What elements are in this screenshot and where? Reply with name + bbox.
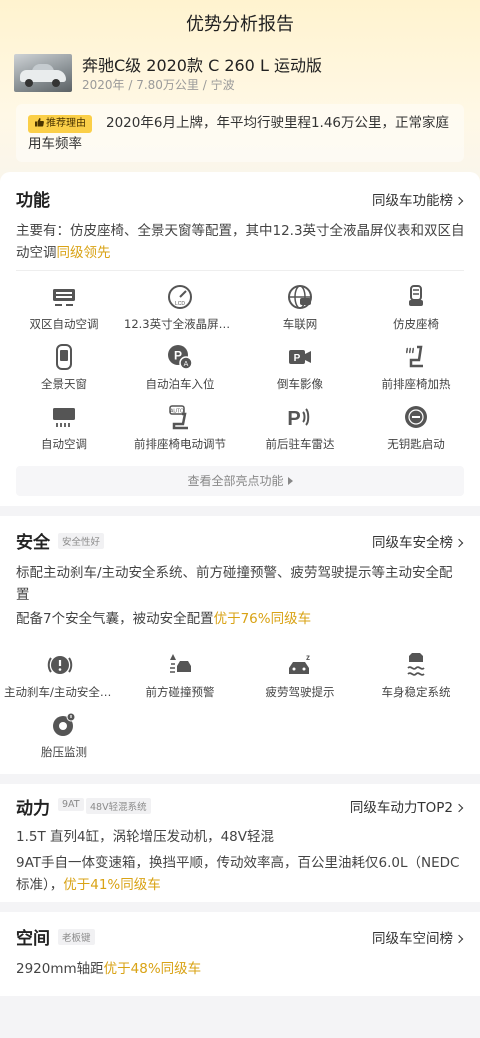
function-card: 功能 同级车功能榜 主要有：仿皮座椅、全景天窗等配置，其中12.3英寸全液晶屏仪…: [0, 172, 480, 506]
view-all-features-button[interactable]: 查看全部亮点功能: [16, 466, 464, 496]
car-summary[interactable]: 奔驰C级 2020款 C 260 L 运动版 2020年 / 7.80万公里 /…: [14, 52, 464, 98]
safety-rank-link[interactable]: 同级车安全榜: [372, 531, 464, 551]
power-card: 动力 9AT 48V轻混系统 同级车动力TOP2 1.5T 直列4缸，涡轮增压发…: [0, 784, 480, 902]
space-title: 空间: [16, 929, 50, 949]
safety-highlight: 优于76%同级车: [213, 611, 312, 627]
page-title: 优势分析报告: [186, 14, 294, 35]
connected-car-icon: [288, 285, 312, 309]
power-badge-transmission: 9AT: [58, 798, 84, 811]
function-title: 功能: [16, 191, 50, 211]
car-meta: 2020年 / 7.80万公里 / 宁波: [82, 78, 235, 92]
chevron-right-icon: [454, 803, 464, 813]
keyless-start-icon: [405, 406, 427, 428]
feature-connected-car[interactable]: 车联网: [240, 284, 360, 332]
panoramic-sunroof-icon: [56, 344, 72, 370]
power-title: 动力: [16, 799, 50, 819]
feature-auto-climate[interactable]: 自动空调: [4, 404, 124, 452]
feature-rear-camera[interactable]: P 倒车影像: [240, 344, 360, 392]
safety-badge: 安全性好: [58, 533, 105, 549]
chevron-right-icon: [454, 196, 464, 206]
power-rank-link[interactable]: 同级车动力TOP2: [350, 796, 464, 816]
parking-radar-icon: P: [287, 408, 310, 430]
fatigue-alert-icon: z: [289, 653, 310, 674]
space-card: 空间 老板键 同级车空间榜 2920mm轴距优于48%同级车: [0, 912, 480, 996]
feature-seat-heating[interactable]: 前排座椅加热: [356, 344, 476, 392]
rear-camera-icon: P: [289, 350, 311, 364]
space-badge: 老板键: [58, 929, 95, 945]
feature-lcd-gauge[interactable]: LCD 12.3英寸全液晶屏仪表: [120, 284, 240, 332]
power-desc-engine: 1.5T 直列4缸，涡轮增压发动机，48V轻混: [16, 829, 275, 845]
safety-card: 安全 安全性好 同级车安全榜 标配主动刹车/主动安全系统、前方碰撞预警、疲劳驾驶…: [0, 516, 480, 774]
seat-heating-icon: [405, 345, 423, 368]
recommend-reason: 推荐理由 2020年6月上牌，年平均行驶里程1.46万公里，正常家庭用车频率: [16, 104, 464, 162]
feature-active-brake[interactable]: 主动刹车/主动安全系统: [0, 652, 120, 700]
feature-dual-zone-climate[interactable]: 双区自动空调: [4, 284, 124, 332]
power-seat-icon: AUTO: [169, 405, 188, 430]
active-brake-icon: [47, 656, 73, 674]
safety-desc-passive: 配备7个安全气囊，被动安全配置: [16, 611, 214, 627]
chevron-right-icon: [454, 538, 464, 548]
feature-stability-control[interactable]: 车身稳定系统: [356, 652, 476, 700]
safety-title: 安全: [16, 533, 50, 553]
svg-text:z: z: [306, 653, 310, 662]
space-desc: 2920mm轴距: [16, 961, 104, 977]
feature-collision-warning[interactable]: 前方碰撞预警: [120, 652, 240, 700]
svg-text:A: A: [184, 361, 189, 368]
dual-zone-climate-icon: [53, 289, 75, 306]
power-highlight: 优于41%同级车: [63, 877, 161, 893]
function-rank-link[interactable]: 同级车功能榜: [372, 189, 464, 209]
lcd-gauge-icon: LCD: [168, 285, 192, 309]
chevron-right-icon: [454, 934, 464, 944]
tire-pressure-icon: [53, 712, 76, 736]
collision-warning-icon: [170, 654, 191, 673]
triangle-right-icon: [287, 477, 293, 485]
function-highlight: 同级领先: [56, 245, 111, 261]
feature-tire-pressure[interactable]: 胎压监测: [4, 712, 124, 760]
feature-panoramic-sunroof[interactable]: 全景天窗: [4, 344, 124, 392]
space-rank-link[interactable]: 同级车空间榜: [372, 927, 464, 947]
svg-text:LCD: LCD: [175, 301, 185, 307]
feature-auto-parking[interactable]: PA 自动泊车入位: [120, 344, 240, 392]
safety-desc-active: 标配主动刹车/主动安全系统、前方碰撞预警、疲劳驾驶提示等主动安全配置: [16, 565, 453, 603]
feature-power-seat[interactable]: AUTO 前排座椅电动调节: [120, 404, 240, 452]
auto-climate-icon: [53, 408, 75, 427]
svg-text:P: P: [287, 408, 300, 430]
space-highlight: 优于48%同级车: [103, 961, 202, 977]
feature-fatigue-alert[interactable]: z 疲劳驾驶提示: [240, 652, 360, 700]
auto-parking-icon: PA: [168, 345, 193, 370]
recommend-text: 2020年6月上牌，年平均行驶里程1.46万公里，正常家庭用车频率: [28, 115, 450, 152]
stability-control-icon: [407, 653, 425, 676]
svg-text:P: P: [294, 353, 301, 364]
car-thumbnail[interactable]: [14, 54, 72, 92]
leather-seat-icon: [409, 285, 423, 306]
power-badge-mild-hybrid: 48V轻混系统: [86, 798, 151, 814]
feature-parking-radar[interactable]: P 前后驻车雷达: [240, 404, 360, 452]
divider: [16, 270, 464, 271]
car-name: 奔驰C级 2020款 C 260 L 运动版: [82, 56, 322, 75]
svg-text:AUTO: AUTO: [170, 409, 184, 415]
feature-leather-seat[interactable]: 仿皮座椅: [356, 284, 476, 332]
feature-keyless-start[interactable]: 无钥匙启动: [356, 404, 476, 452]
